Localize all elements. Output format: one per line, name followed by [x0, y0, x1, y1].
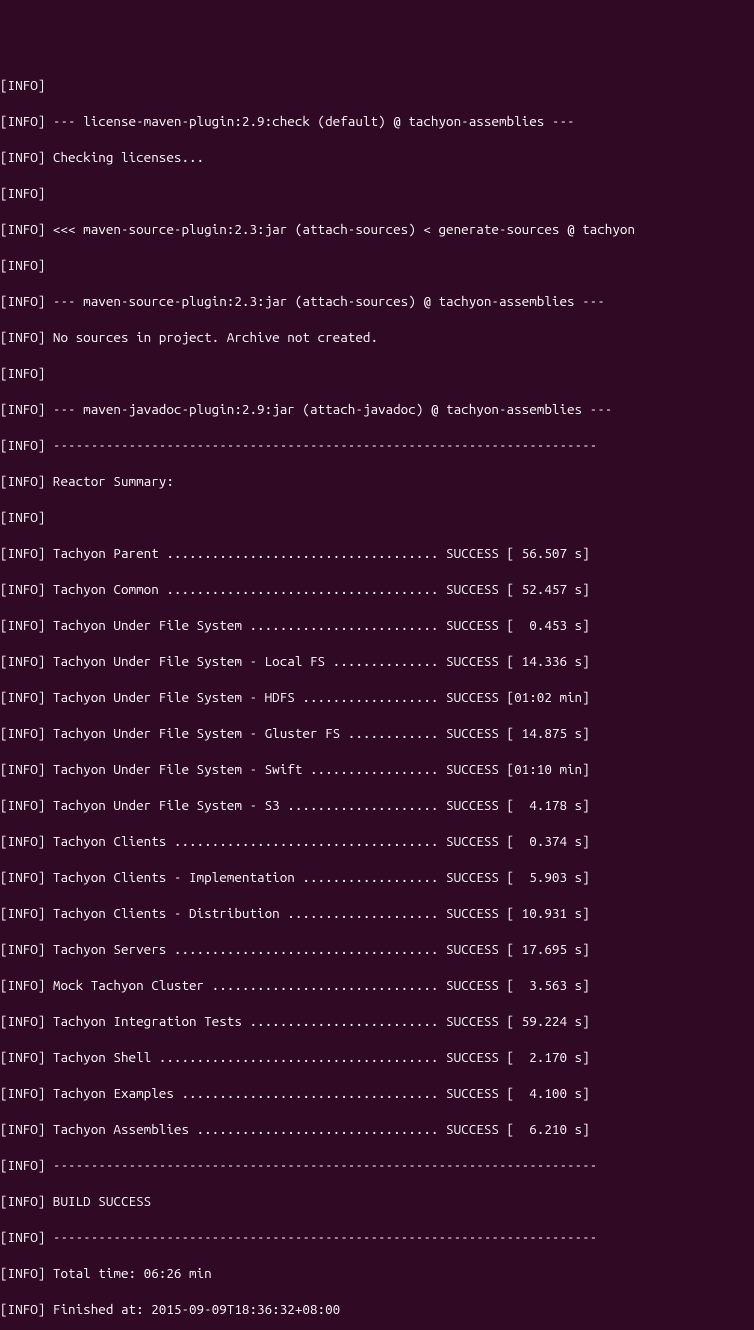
terminal-line: [INFO] ---------------------------------… — [0, 436, 754, 454]
terminal-line: [INFO] --- maven-source-plugin:2.3:jar (… — [0, 292, 754, 310]
terminal-line: [INFO] No sources in project. Archive no… — [0, 328, 754, 346]
terminal-line: [INFO] BUILD SUCCESS — [0, 1192, 754, 1210]
terminal-line: [INFO] Tachyon Under File System - Local… — [0, 652, 754, 670]
terminal-line: [INFO] Reactor Summary: — [0, 472, 754, 490]
terminal-line: [INFO] Tachyon Parent ..................… — [0, 544, 754, 562]
terminal-line: [INFO] — [0, 76, 754, 94]
terminal-line: [INFO] Tachyon Under File System - S3 ..… — [0, 796, 754, 814]
terminal-line: [INFO] Tachyon Shell ...................… — [0, 1048, 754, 1066]
terminal-line: [INFO] --- license-maven-plugin:2.9:chec… — [0, 112, 754, 130]
terminal-line: [INFO] — [0, 364, 754, 382]
terminal-line: [INFO] — [0, 508, 754, 526]
terminal-line: [INFO] Total time: 06:26 min — [0, 1264, 754, 1282]
terminal-line: [INFO] Tachyon Clients .................… — [0, 832, 754, 850]
terminal-line: [INFO] Tachyon Assemblies ..............… — [0, 1120, 754, 1138]
terminal-line: [INFO] Tachyon Clients - Implementation … — [0, 868, 754, 886]
terminal-line: [INFO] ---------------------------------… — [0, 1156, 754, 1174]
terminal-line: [INFO] Tachyon Examples ................… — [0, 1084, 754, 1102]
terminal-line: [INFO] Tachyon Under File System - Swift… — [0, 760, 754, 778]
terminal-line: [INFO] Mock Tachyon Cluster ............… — [0, 976, 754, 994]
terminal-line: [INFO] Checking licenses... — [0, 148, 754, 166]
terminal-line: [INFO] — [0, 256, 754, 274]
terminal-line: [INFO] Tachyon Under File System - HDFS … — [0, 688, 754, 706]
terminal-line: [INFO] Finished at: 2015-09-09T18:36:32+… — [0, 1300, 754, 1318]
terminal-line: [INFO] Tachyon Under File System .......… — [0, 616, 754, 634]
terminal-line: [INFO] — [0, 184, 754, 202]
terminal-line: [INFO] Tachyon Under File System - Glust… — [0, 724, 754, 742]
terminal-line: [INFO] <<< maven-source-plugin:2.3:jar (… — [0, 220, 754, 238]
terminal-line: [INFO] ---------------------------------… — [0, 1228, 754, 1246]
terminal-line: [INFO] Tachyon Clients - Distribution ..… — [0, 904, 754, 922]
terminal-line: [INFO] Tachyon Integration Tests .......… — [0, 1012, 754, 1030]
terminal-line: [INFO] --- maven-javadoc-plugin:2.9:jar … — [0, 400, 754, 418]
terminal-line: [INFO] Tachyon Common ..................… — [0, 580, 754, 598]
terminal-line: [INFO] Tachyon Servers .................… — [0, 940, 754, 958]
